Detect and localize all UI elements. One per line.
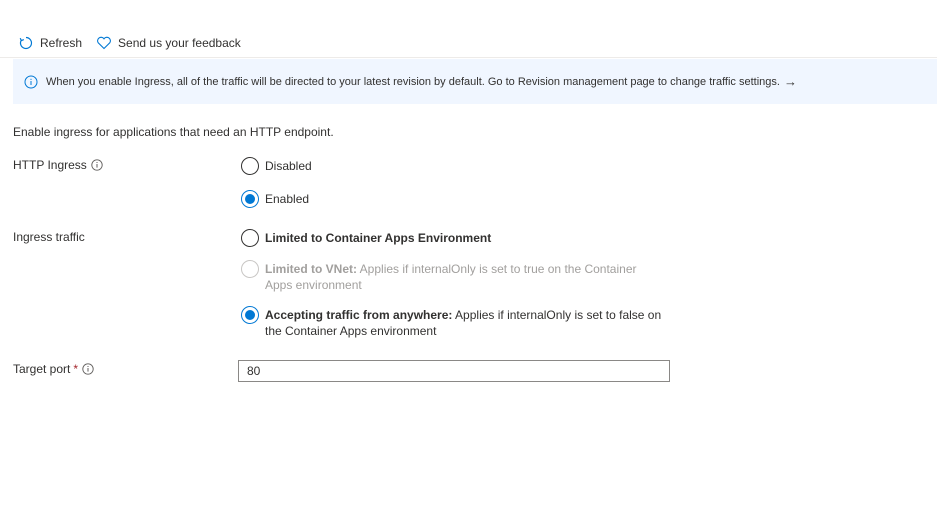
section-description: Enable ingress for applications that nee… <box>13 125 334 139</box>
radio-title: Limited to VNet: <box>265 262 357 276</box>
arrow-right-icon[interactable]: → <box>784 74 797 89</box>
target-port-label: Target port * <box>13 362 94 376</box>
radio-label: Limited to VNet: Applies if internalOnly… <box>265 260 665 293</box>
target-port-input[interactable] <box>238 360 670 382</box>
http-ingress-disabled-radio[interactable]: Disabled <box>241 157 312 175</box>
ingress-traffic-label: Ingress traffic <box>13 230 85 244</box>
radio-label: Enabled <box>265 192 310 206</box>
ingress-traffic-label-text: Ingress traffic <box>13 230 85 244</box>
radio-label: Accepting traffic from anywhere: Applies… <box>265 306 665 339</box>
radio-label: Disabled <box>265 159 312 173</box>
refresh-button[interactable]: Refresh <box>18 31 82 55</box>
info-icon <box>24 75 38 89</box>
info-banner: When you enable Ingress, all of the traf… <box>13 59 937 104</box>
radio-circle-disabled[interactable] <box>241 260 259 278</box>
required-mark: * <box>73 362 79 376</box>
http-ingress-label-text: HTTP Ingress <box>13 158 87 172</box>
radio-title: Limited to Container Apps Environment <box>265 231 492 245</box>
feedback-label: Send us your feedback <box>118 35 241 50</box>
radio-circle[interactable] <box>241 229 259 247</box>
http-ingress-enabled-radio[interactable]: Enabled <box>241 190 309 208</box>
traffic-vnet-radio[interactable]: Limited to VNet: Applies if internalOnly… <box>241 260 665 293</box>
target-port-label-text: Target port <box>13 362 71 376</box>
traffic-anywhere-radio[interactable]: Accepting traffic from anywhere: Applies… <box>241 306 665 339</box>
info-icon[interactable] <box>82 363 94 375</box>
radio-label: Limited to Container Apps Environment <box>265 229 491 246</box>
info-icon[interactable] <box>91 159 103 171</box>
radio-title: Accepting traffic from anywhere: <box>265 308 453 322</box>
command-bar: Refresh Send us your feedback <box>0 28 937 58</box>
http-ingress-label: HTTP Ingress <box>13 158 103 172</box>
traffic-container-apps-radio[interactable]: Limited to Container Apps Environment <box>241 229 491 247</box>
radio-circle-checked[interactable] <box>241 190 259 208</box>
heart-icon <box>97 36 111 49</box>
refresh-label: Refresh <box>40 35 83 50</box>
feedback-button[interactable]: Send us your feedback <box>96 31 241 55</box>
refresh-icon <box>19 36 33 49</box>
radio-circle-checked[interactable] <box>241 306 259 324</box>
info-message: When you enable Ingress, all of the traf… <box>46 75 780 88</box>
radio-circle[interactable] <box>241 157 259 175</box>
